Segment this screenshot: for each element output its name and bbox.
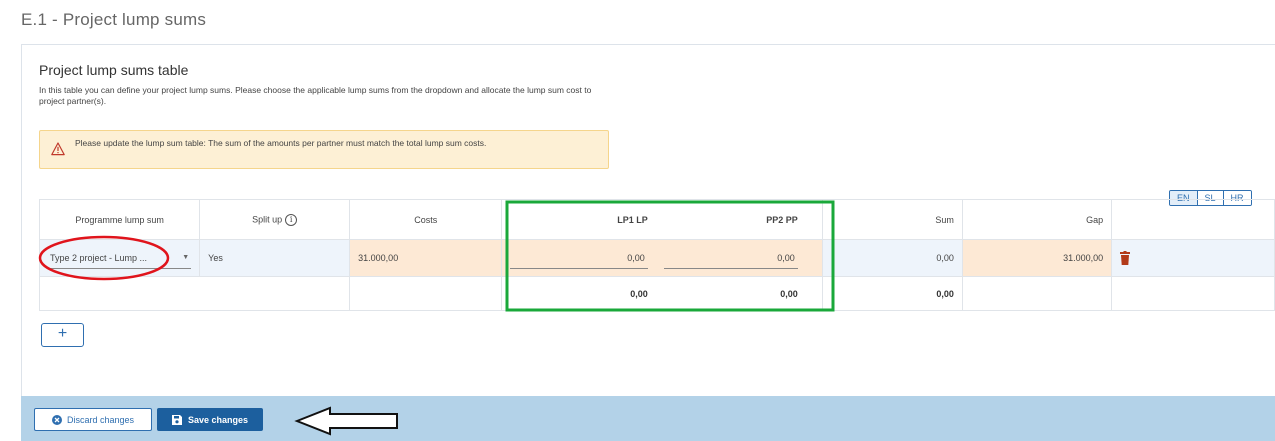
header-spacer — [805, 199, 823, 240]
pp2-amount-input[interactable]: 0,00 — [663, 247, 798, 269]
lump-sum-select-cell: Type 2 project - Lump ... ▼ — [38, 239, 201, 277]
totals-empty — [199, 276, 351, 311]
header-gap: Gap — [961, 199, 1113, 240]
warning-text: Please update the lump sum table: The su… — [75, 138, 487, 148]
header-programme-lump-sum: Programme lump sum — [38, 199, 201, 240]
section-title: Project lump sums table — [39, 62, 189, 78]
totals-empty — [349, 276, 503, 311]
section-description: In this table you can define your projec… — [39, 85, 592, 106]
gap-value: 31.000,00 — [961, 239, 1113, 277]
lump-sums-table: Programme lump sum Split up i Costs LP1 L… — [38, 199, 1275, 311]
pp2-amount-cell: 0,00 — [655, 239, 806, 277]
totals-empty — [961, 276, 1113, 311]
split-up-value: Yes — [199, 239, 351, 277]
total-pp2: 0,00 — [655, 276, 806, 311]
sum-value: 0,00 — [821, 239, 963, 277]
header-split-up-label: Split up — [252, 213, 283, 224]
header-sum: Sum — [821, 199, 963, 240]
warning-triangle-icon — [51, 142, 65, 156]
totals-empty — [38, 276, 200, 311]
discard-changes-button[interactable]: Discard changes — [34, 408, 152, 431]
total-lp1: 0,00 — [501, 276, 656, 311]
lp1-amount-cell: 0,00 — [501, 239, 656, 277]
trash-icon[interactable] — [1120, 251, 1131, 265]
header-costs: Costs — [349, 199, 503, 240]
save-changes-button[interactable]: Save changes — [157, 408, 263, 431]
save-icon — [171, 414, 182, 425]
costs-value: 31.000,00 — [349, 239, 503, 277]
row-actions-cell — [1111, 239, 1275, 277]
table-header-row: Programme lump sum Split up i Costs LP1 L… — [38, 199, 1275, 240]
add-lump-sum-button[interactable]: + — [41, 323, 84, 347]
lump-sum-dropdown[interactable]: Type 2 project - Lump ... ▼ — [48, 247, 192, 269]
lump-sum-dropdown-value: Type 2 project - Lump ... — [50, 252, 148, 263]
header-split-up: Split up i — [199, 199, 351, 240]
header-actions — [1111, 199, 1275, 240]
close-circle-icon — [51, 414, 62, 425]
row-spacer — [805, 239, 823, 277]
save-changes-label: Save changes — [187, 414, 249, 425]
page-title: E.1 - Project lump sums — [21, 10, 207, 29]
totals-row: 0,00 0,00 0,00 — [38, 276, 1275, 311]
total-sum: 0,00 — [821, 276, 963, 311]
chevron-down-icon: ▼ — [182, 254, 190, 261]
header-pp2-pp: PP2 PP — [655, 199, 806, 240]
info-icon[interactable]: i — [285, 213, 298, 226]
discard-changes-label: Discard changes — [66, 414, 135, 425]
table-row: Type 2 project - Lump ... ▼ Yes 31.000,0… — [38, 239, 1275, 277]
totals-empty — [1111, 276, 1275, 311]
header-lp1-lp: LP1 LP — [501, 199, 656, 240]
totals-spacer — [805, 276, 823, 311]
warning-alert: Please update the lump sum table: The su… — [39, 130, 609, 169]
lp1-amount-input[interactable]: 0,00 — [510, 247, 648, 269]
